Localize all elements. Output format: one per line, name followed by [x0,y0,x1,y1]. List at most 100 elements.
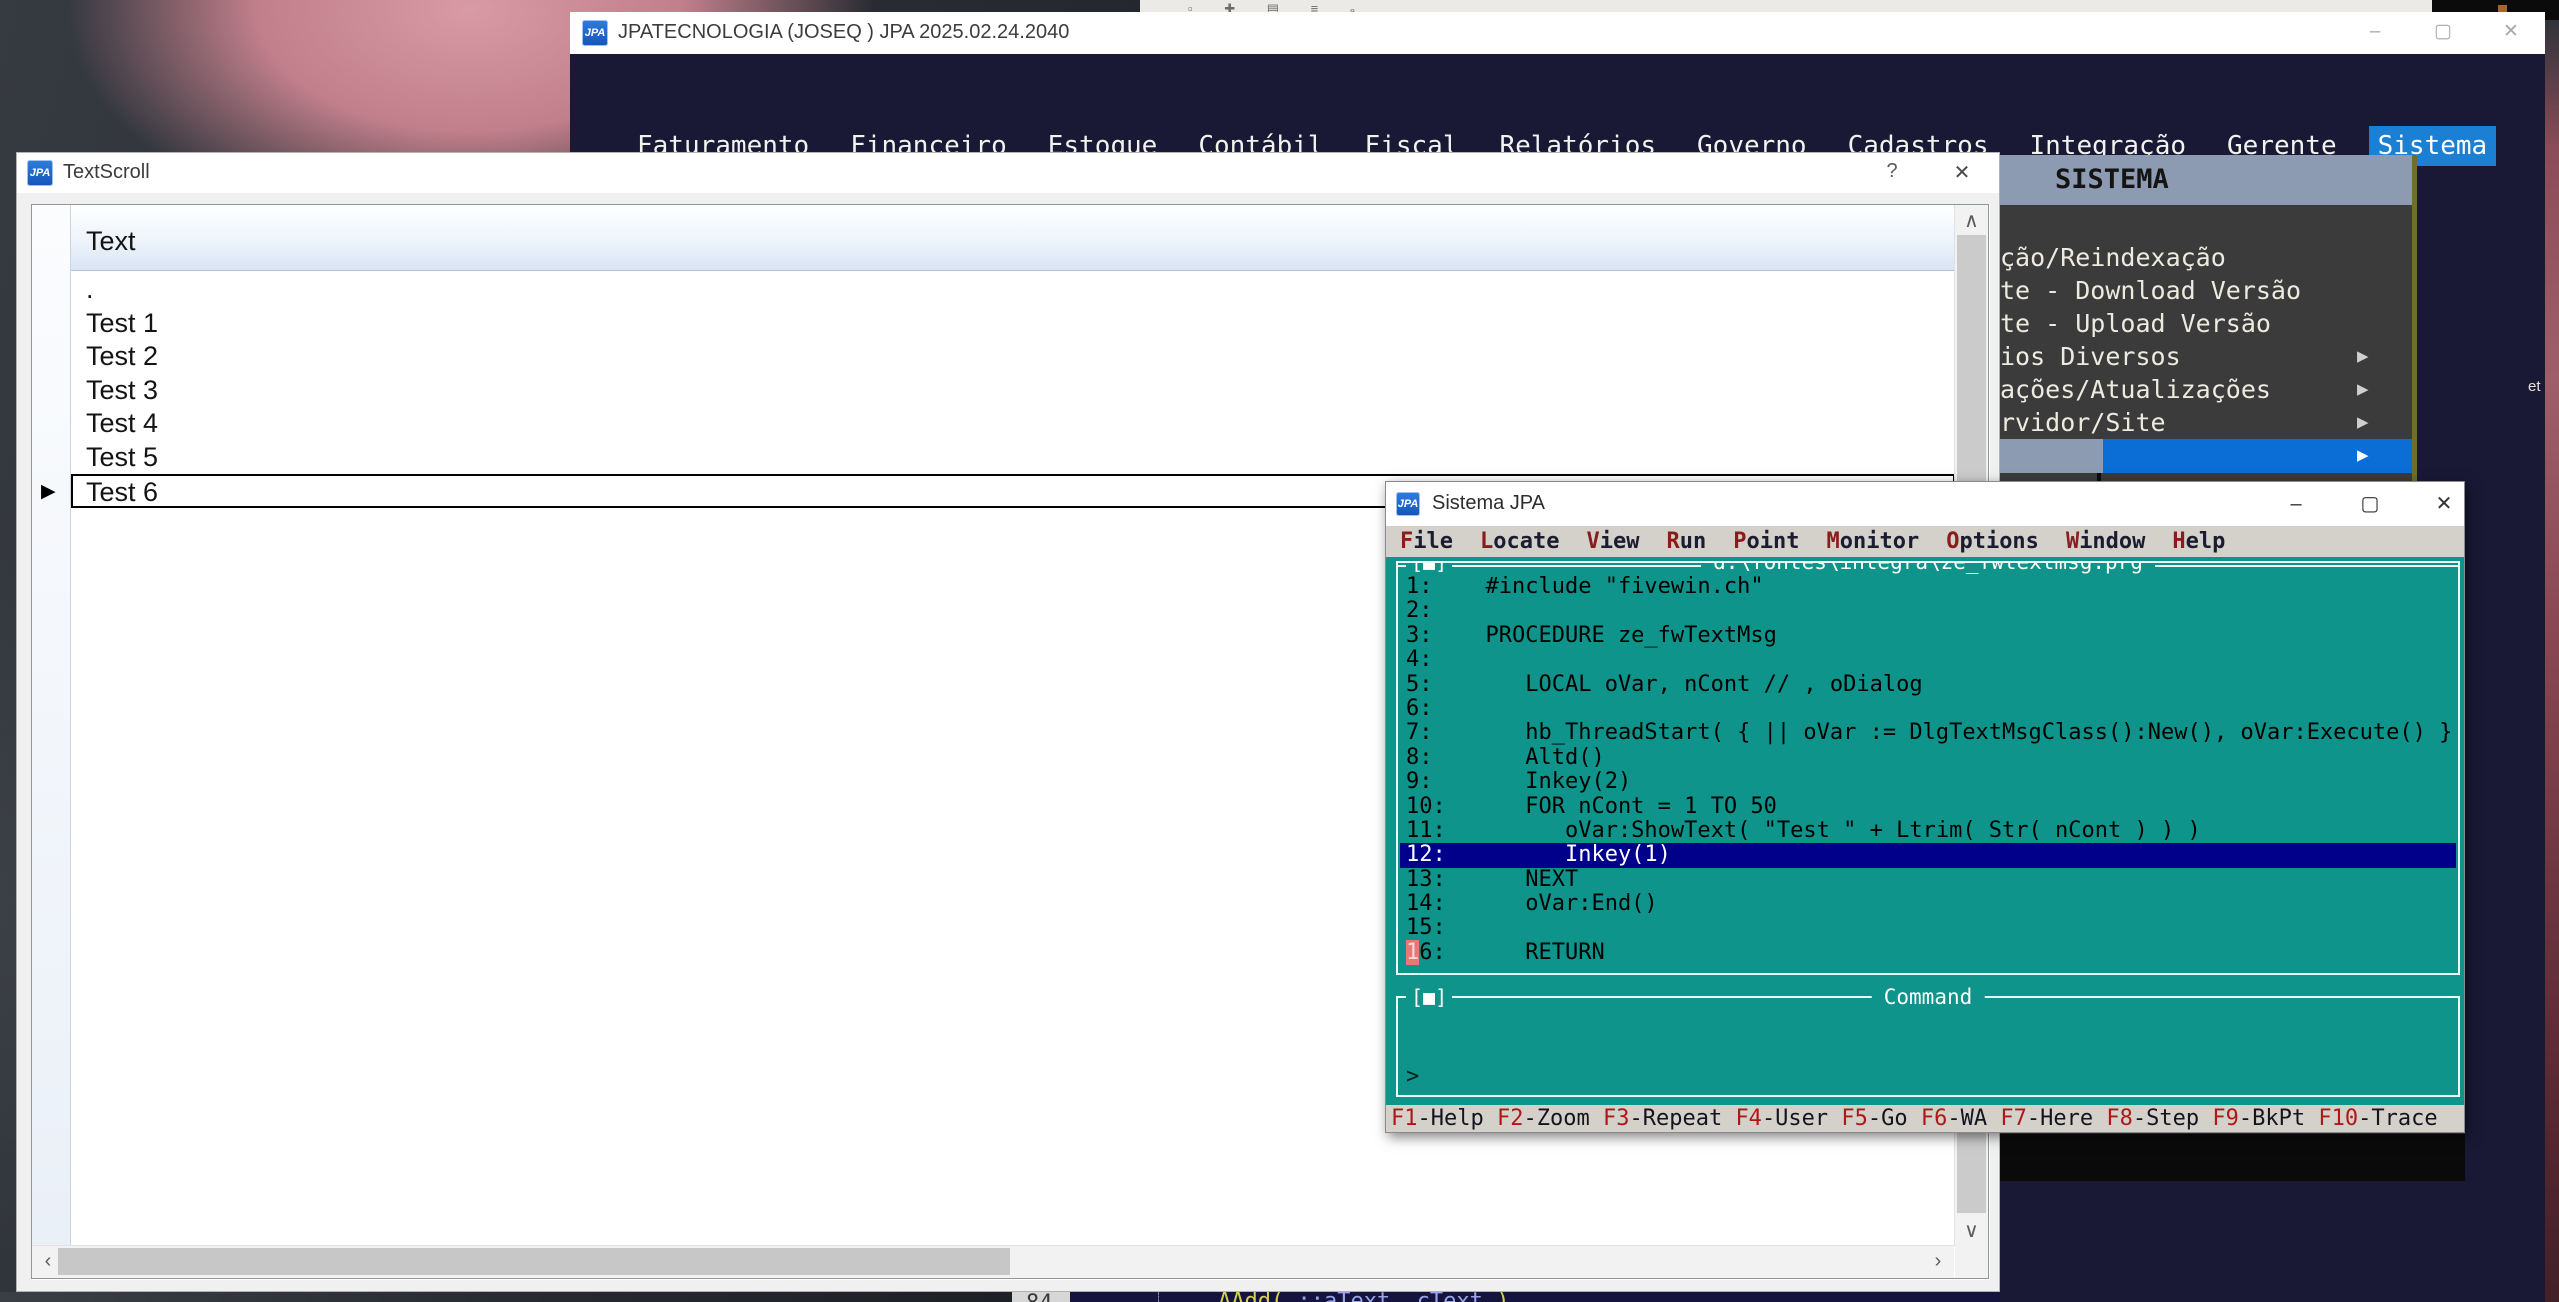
desktop: ▫ ✚ ▤ ≡ ₉ JPA JPATECNOLOGIA (JOSEQ ) JPA… [0,0,2559,1302]
table-row-test-5[interactable]: Test 5 [71,441,1955,475]
line-number: 12: [1406,843,1459,867]
maximize-button[interactable]: ▢ [2355,490,2385,518]
table-row-item[interactable]: . [71,273,1955,307]
command-box-control[interactable]: [■] [1406,985,1452,1009]
line-number: 15: [1406,916,1459,940]
source-code: 1: #include "fivewin.ch"2:3: PROCEDURE z… [1400,575,2456,965]
command-prompt[interactable]: > [1406,1064,1419,1089]
debugger-menu-item-window[interactable]: Window [2066,526,2145,557]
maximize-button[interactable]: ▢ [2428,18,2458,46]
minimize-button[interactable]: – [2360,18,2390,46]
line-number: 4: [1406,648,1459,672]
fkey-action-bkpt[interactable]: -BkPt [2239,1106,2305,1131]
close-icon[interactable]: ✕ [1949,160,1975,185]
close-button[interactable]: ✕ [2496,18,2526,46]
fkey-action-wa[interactable]: -WA [1947,1106,1987,1131]
scroll-right-icon[interactable]: › [1926,1250,1950,1273]
row-selector-column [32,205,71,1246]
dropdown-item-label: ios Diversos [2000,342,2181,371]
scroll-down-icon[interactable]: ∨ [1955,1218,1988,1243]
editor-code-segment: ) [1483,1292,1510,1302]
code-text: Inkey(1) [1459,843,1671,867]
wallpaper-right-strip [2545,20,2559,1302]
scroll-up-icon[interactable]: ∧ [1955,208,1988,233]
editor-code: AAdd( ::aText, cText ) [1218,1292,1509,1302]
table-row-test-2[interactable]: Test 2 [71,340,1955,374]
fkey-action-here[interactable]: -Here [2027,1106,2093,1131]
submenu-overlap-block [2000,439,2103,473]
dropdown-item-selected-6[interactable]: ▶ [2000,439,2412,473]
dropdown-item-te-download-versao[interactable]: te - Download Versão [2000,274,2412,307]
fkey-f3[interactable]: F3 [1603,1106,1630,1131]
fkey-f6[interactable]: F6 [1921,1106,1948,1131]
dropdown-item-cao-reindexacao[interactable]: ção/Reindexação [2000,241,2412,274]
code-line-3: 3: PROCEDURE ze_fwTextMsg [1400,624,2456,648]
fkey-f1[interactable]: F1 [1391,1106,1418,1131]
dropdown-item-acoes-atualizacoes[interactable]: ações/Atualizações▶ [2000,373,2412,406]
column-header[interactable]: Text [71,205,1955,271]
fkey-f4[interactable]: F4 [1735,1106,1762,1131]
fkey-f7[interactable]: F7 [2000,1106,2027,1131]
debugger-title: Sistema JPA [1432,492,1545,515]
help-button[interactable]: ? [1879,160,1905,183]
line-number: 1: [1406,575,1459,599]
code-line-6: 6: [1400,697,2456,721]
debugger-menu-item-point[interactable]: Point [1733,526,1799,557]
code-text: #include "fivewin.ch" [1459,575,1764,599]
close-icon[interactable]: ✕ [2429,490,2459,518]
textscroll-titlebar[interactable]: JPA TextScroll ? ✕ [17,153,1999,193]
table-row-test-4[interactable]: Test 4 [71,407,1955,441]
source-file-title: d:\fontes\integra\ze_fwtextmsg.prg [1701,561,2155,574]
debugger-menu-item-locate[interactable]: Locate [1480,526,1559,557]
code-line-16: 16: RETURN [1400,941,2456,965]
fkey-action-user[interactable]: -User [1762,1106,1828,1131]
fkey-f10[interactable]: F10 [2318,1106,2358,1131]
editor-code-segment: ::aText, cText [1297,1292,1482,1302]
debugger-menu-item-monitor[interactable]: Monitor [1826,526,1919,557]
fkey-action-help[interactable]: -Help [1418,1106,1484,1131]
code-text: Inkey(2) [1459,770,1631,794]
command-box[interactable]: [■] Command > [1396,996,2460,1097]
fkey-f8[interactable]: F8 [2106,1106,2133,1131]
dropdown-item-label: rvidor/Site [2000,408,2166,437]
code-text: PROCEDURE ze_fwTextMsg [1459,624,1777,648]
hotkey-letter: P [1733,529,1746,554]
dropdown-item-te-upload-versao[interactable]: te - Upload Versão [2000,307,2412,340]
fkey-action-go[interactable]: -Go [1868,1106,1908,1131]
table-row-test-3[interactable]: Test 3 [71,374,1955,408]
line-number: 14: [1406,892,1459,916]
app-icon: JPA [27,160,53,186]
debugger-menu-item-run[interactable]: Run [1666,526,1706,557]
code-text: RETURN [1459,941,1605,965]
fkey-f2[interactable]: F2 [1497,1106,1524,1131]
debugger-titlebar[interactable]: JPA Sistema JPA – ▢ ✕ [1386,482,2464,526]
fkey-action-trace[interactable]: -Trace [2358,1106,2437,1131]
debugger-menu-item-options[interactable]: Options [1946,526,2039,557]
horizontal-scrollbar-thumb[interactable] [58,1248,1010,1275]
debugger-menu-item-help[interactable]: Help [2172,526,2225,557]
dropdown-item-rvidor-site[interactable]: rvidor/Site▶ [2000,406,2412,439]
table-row-test-1[interactable]: Test 1 [71,307,1955,341]
scrollbar-corner [1955,1246,1988,1278]
source-box-control[interactable]: [■] [1406,561,1452,574]
submenu-arrow-icon: ▶ [2357,439,2368,472]
background-console-strip [2000,1133,2465,1181]
fkey-f5[interactable]: F5 [1841,1106,1868,1131]
fkey-action-step[interactable]: -Step [2133,1106,2199,1131]
line-number: 10: [1406,795,1459,819]
minimize-button[interactable]: – [2281,490,2311,518]
fkey-f9[interactable]: F9 [2212,1106,2239,1131]
code-line-4: 4: [1400,648,2456,672]
code-text: hb_ThreadStart( { || oVar := DlgTextMsgC… [1459,721,2460,745]
debugger-menu-item-file[interactable]: File [1400,526,1453,557]
scroll-left-icon[interactable]: ‹ [36,1250,60,1273]
debugger-menu-item-view[interactable]: View [1586,526,1639,557]
horizontal-scrollbar[interactable]: ‹ › [32,1245,1954,1278]
line-number: 5: [1406,673,1459,697]
main-titlebar[interactable]: JPA JPATECNOLOGIA (JOSEQ ) JPA 2025.02.2… [570,12,2545,54]
fkey-action-repeat[interactable]: -Repeat [1629,1106,1722,1131]
dropdown-item-ios-diversos[interactable]: ios Diversos▶ [2000,340,2412,373]
dropdown-item-label: ção/Reindexação [2000,243,2226,272]
debugger-window: JPA Sistema JPA – ▢ ✕ File Locate View Run P… [1385,481,2465,1133]
fkey-action-zoom[interactable]: -Zoom [1523,1106,1589,1131]
